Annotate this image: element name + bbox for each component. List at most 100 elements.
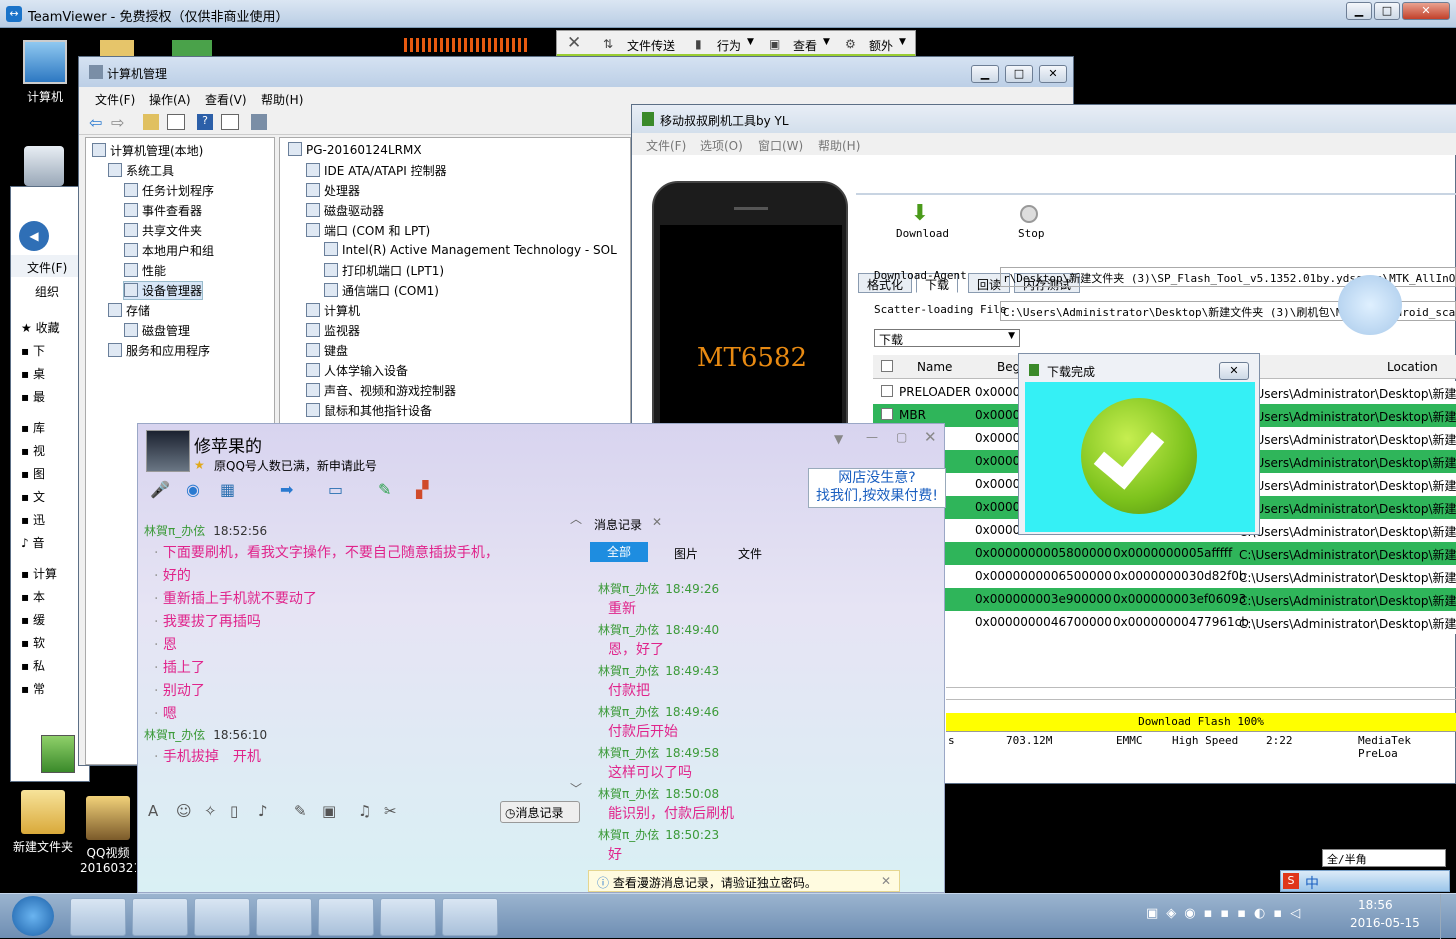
- font-icon[interactable]: A: [148, 802, 158, 820]
- tree-item[interactable]: 任务计划程序: [124, 182, 214, 199]
- back-arrow-icon[interactable]: ◀: [19, 221, 49, 251]
- nav-item[interactable]: ▪ 图: [21, 463, 60, 486]
- maximize-button[interactable]: □: [1374, 2, 1400, 20]
- tree-item[interactable]: 计算机管理(本地): [92, 142, 203, 159]
- partition-checkbox[interactable]: [881, 408, 893, 420]
- nav-item[interactable]: ▪ 本: [21, 586, 60, 609]
- nav-item[interactable]: ▪ 软: [21, 632, 60, 655]
- apps-icon[interactable]: ▞: [416, 480, 428, 499]
- tree-item[interactable]: 存储: [108, 302, 150, 319]
- partition-row[interactable]: A0x00000000467000000x00000000477961cbC:\…: [873, 611, 1456, 634]
- show-hide-tree-icon[interactable]: [167, 114, 185, 130]
- nav-item[interactable]: ▪ 视: [21, 440, 60, 463]
- desktop-icon-new-folder[interactable]: 新建文件夹: [8, 790, 78, 855]
- menu-view[interactable]: 查看(V): [205, 91, 247, 108]
- nav-item[interactable]: ▪ 常: [21, 678, 60, 701]
- image-icon[interactable]: ▣: [322, 802, 336, 820]
- desktop-icon-computer[interactable]: 计算机: [10, 40, 80, 105]
- partition-row[interactable]: ID0x00000000065000000x0000000030d82f0bC:…: [873, 565, 1456, 588]
- taskbar-flash-tool[interactable]: [442, 898, 498, 936]
- history-tab-images[interactable]: 图片: [674, 545, 698, 562]
- menu-action[interactable]: 操作(A): [149, 91, 191, 108]
- tree-item[interactable]: 磁盘管理: [124, 322, 190, 339]
- menu-help[interactable]: 帮助(H): [261, 91, 303, 108]
- device-tree-item[interactable]: 键盘: [306, 342, 348, 359]
- history-tab-all[interactable]: 全部: [590, 542, 648, 562]
- organize-button[interactable]: 组织: [35, 283, 59, 300]
- nav-item[interactable]: ▪ 文: [21, 486, 60, 509]
- select-all-checkbox[interactable]: [881, 360, 893, 372]
- menu-help[interactable]: 帮助(H): [818, 137, 860, 154]
- minimize-button[interactable]: ▁: [1346, 2, 1372, 20]
- column-location[interactable]: Location: [1387, 360, 1438, 374]
- device-tree-item[interactable]: 声音、视频和游戏控制器: [306, 382, 456, 399]
- tree-item[interactable]: 事件查看器: [124, 202, 202, 219]
- tree-item[interactable]: 系统工具: [108, 162, 174, 179]
- close-session-icon[interactable]: ✕: [567, 33, 581, 53]
- nav-item[interactable]: ▪ 桌: [21, 363, 60, 386]
- download-button[interactable]: Download: [896, 227, 949, 240]
- avatar[interactable]: [146, 430, 190, 472]
- nav-item[interactable]: ▪ 最: [21, 386, 60, 409]
- voice-message-icon[interactable]: ♪: [258, 802, 268, 820]
- close-button[interactable]: ✕: [1402, 2, 1450, 20]
- music-icon[interactable]: ♫: [358, 802, 371, 820]
- device-tree-item[interactable]: 端口 (COM 和 LPT): [306, 222, 430, 239]
- nav-item[interactable]: ▪ 缓: [21, 609, 60, 632]
- tree-item[interactable]: 性能: [124, 262, 166, 279]
- up-folder-icon[interactable]: [143, 114, 159, 130]
- gif-icon[interactable]: ▯: [230, 802, 238, 820]
- device-tree-item[interactable]: 处理器: [306, 182, 360, 199]
- stop-button[interactable]: Stop: [1018, 227, 1045, 240]
- menu-file[interactable]: 文件(F): [646, 137, 686, 154]
- clock-time[interactable]: 18:56: [1358, 898, 1393, 912]
- nav-item[interactable]: ▪ 私: [21, 655, 60, 678]
- menu-file[interactable]: 文件(F): [95, 91, 135, 108]
- screenshot-icon[interactable]: ✎: [294, 802, 307, 820]
- device-tree-item[interactable]: 人体学输入设备: [306, 362, 408, 379]
- explorer-file-menu[interactable]: 文件(F): [27, 259, 67, 276]
- mode-select[interactable]: 下载 ▼: [874, 329, 1020, 347]
- remote-assist-icon[interactable]: ▦: [220, 480, 235, 499]
- desktop-icon-qq-video[interactable]: QQ视频 20160321: [80, 796, 136, 875]
- taskbar-browser[interactable]: [194, 898, 250, 936]
- device-tree-item[interactable]: 监视器: [306, 322, 360, 339]
- show-desktop-button[interactable]: [1440, 894, 1456, 939]
- taskbar-explorer[interactable]: [70, 898, 126, 936]
- close-icon[interactable]: ✕: [881, 874, 891, 888]
- device-tree-item[interactable]: 打印机端口 (LPT1): [324, 262, 444, 279]
- back-arrow-icon[interactable]: ⇦: [89, 113, 102, 132]
- recycle-bin-icon[interactable]: [24, 146, 64, 186]
- file-transfer-button[interactable]: 文件传送: [627, 37, 675, 54]
- scan-icon[interactable]: [251, 114, 267, 130]
- tree-item[interactable]: 服务和应用程序: [108, 342, 210, 359]
- close-button[interactable]: ✕: [924, 428, 937, 446]
- sender-name[interactable]: 林賀π_办伭: [144, 524, 205, 538]
- column-name[interactable]: Name: [917, 360, 952, 374]
- device-tree-item[interactable]: PG-20160124LRMX: [288, 142, 422, 157]
- collapse-icon[interactable]: ︿: [570, 510, 582, 527]
- tree-item[interactable]: 共享文件夹: [124, 222, 202, 239]
- nav-item[interactable]: ▪ 下: [21, 340, 60, 363]
- minimize-button[interactable]: —: [866, 430, 878, 444]
- menu-window[interactable]: 窗口(W): [758, 137, 803, 154]
- taskbar-computer-management[interactable]: [318, 898, 374, 936]
- maximize-button[interactable]: ▢: [896, 430, 907, 444]
- actions-menu[interactable]: 行为: [717, 37, 741, 54]
- sender-name[interactable]: 林賀π_办伭: [598, 623, 659, 637]
- partition-row[interactable]: 0x000000003e900000 0x000000003ef06093 C:\U…: [873, 588, 1456, 611]
- device-tree-item[interactable]: 通信端口 (COM1): [324, 282, 439, 299]
- sender-name[interactable]: 林賀π_办伭: [598, 787, 659, 801]
- sender-name[interactable]: 林賀π_办伭: [598, 828, 659, 842]
- partition-row[interactable]: 0x0000000005800000 0x0000000005afffff C:\U…: [873, 542, 1456, 565]
- device-tree-item[interactable]: IDE ATA/ATAPI 控制器: [306, 162, 447, 179]
- system-tray[interactable]: ▣◈◉▪▪▪◐▪◁: [1146, 906, 1326, 926]
- nav-item[interactable]: ♪ 音: [21, 532, 60, 555]
- sender-name[interactable]: 林賀π_办伭: [598, 664, 659, 678]
- minimize-button[interactable]: ▁: [971, 65, 999, 83]
- ad-banner[interactable]: 网店没生意? 找我们,按效果付费!: [808, 468, 946, 508]
- history-button[interactable]: ◷消息记录: [500, 801, 580, 823]
- menu-options[interactable]: 选项(O): [700, 137, 743, 154]
- ime-mode[interactable]: 中: [1305, 873, 1319, 893]
- forward-arrow-icon[interactable]: ⇨: [111, 113, 124, 132]
